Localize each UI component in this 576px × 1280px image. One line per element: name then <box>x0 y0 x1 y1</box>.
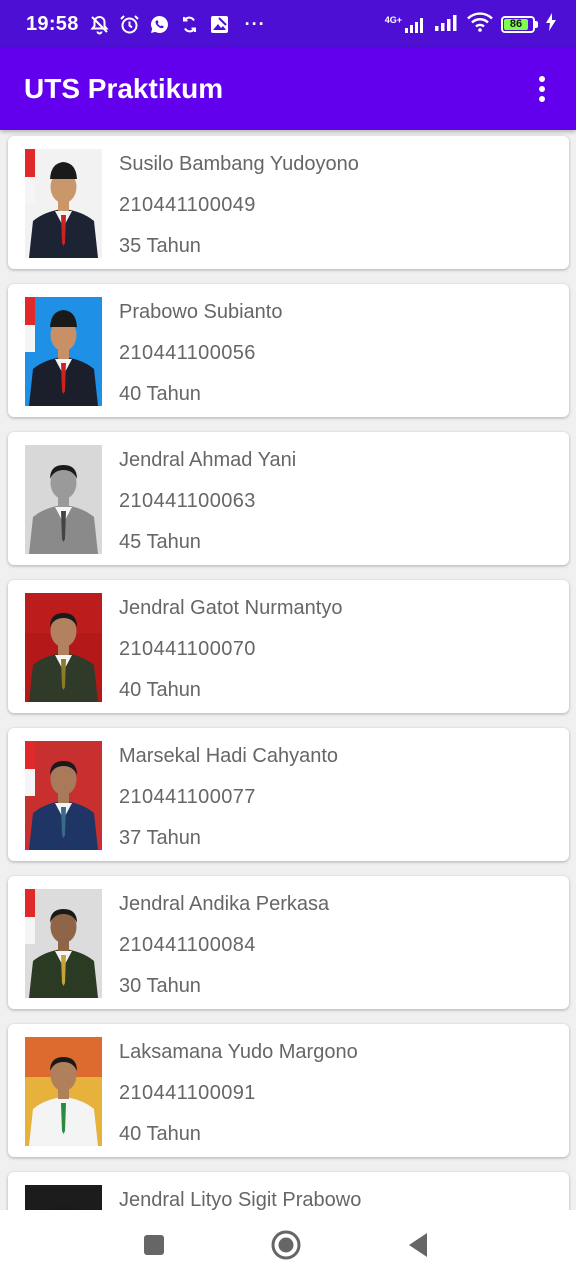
charging-icon <box>546 12 556 36</box>
person-nim: 210441100063 <box>119 490 256 512</box>
network-type-label: 4G+ <box>384 15 402 25</box>
more-dots-icon: ··· <box>244 13 266 34</box>
person-photo <box>25 149 102 258</box>
person-nim: 210441100049 <box>119 194 256 216</box>
person-name: Jendral Ahmad Yani <box>119 449 297 471</box>
person-age: 45 Tahun <box>119 531 201 553</box>
person-age: 40 Tahun <box>119 383 201 405</box>
notification-icons: ··· <box>89 14 266 35</box>
list-item[interactable]: Prabowo Subianto 210441100056 40 Tahun <box>8 284 569 417</box>
list-item[interactable]: Jendral Lityo Sigit Prabowo <box>8 1172 569 1210</box>
person-photo <box>25 593 102 702</box>
list-item[interactable]: Jendral Andika Perkasa 210441100084 30 Tah… <box>8 876 569 1009</box>
app-title: UTS Praktikum <box>24 73 224 104</box>
image-icon <box>209 14 230 35</box>
person-photo <box>25 741 102 850</box>
system-icons: 4G+ 86 <box>385 11 556 37</box>
battery-icon: 86 <box>501 15 538 33</box>
signal-icon <box>435 13 459 36</box>
list-item[interactable]: Susilo Bambang Yudoyono 210441100049 35 Ta… <box>8 136 569 269</box>
back-triangle-icon[interactable] <box>401 1228 435 1262</box>
more-vert-icon[interactable] <box>530 69 554 109</box>
navigation-bar <box>0 1210 576 1280</box>
person-age: 40 Tahun <box>119 1123 201 1145</box>
person-name: Prabowo Subianto <box>119 301 283 323</box>
person-photo <box>25 1037 102 1146</box>
recents-square-icon[interactable] <box>137 1228 171 1262</box>
person-name: Jendral Gatot Nurmantyo <box>119 597 343 619</box>
people-list[interactable]: Susilo Bambang Yudoyono 210441100049 35 Ta… <box>0 130 576 1210</box>
person-name: Laksamana Yudo Margono <box>119 1041 358 1063</box>
person-nim: 210441100056 <box>119 342 256 364</box>
alarm-icon <box>119 14 140 35</box>
whatsapp-icon <box>149 14 170 35</box>
mute-icon <box>89 14 110 35</box>
home-circle-icon[interactable] <box>269 1228 303 1262</box>
list-item[interactable]: Jendral Ahmad Yani 210441100063 45 Tahun <box>8 432 569 565</box>
person-photo <box>25 889 102 998</box>
person-name: Marsekal Hadi Cahyanto <box>119 745 338 767</box>
sync-icon <box>179 14 200 35</box>
person-photo <box>25 1185 102 1210</box>
person-nim: 210441100084 <box>119 934 256 956</box>
app-bar: UTS Praktikum <box>0 48 576 130</box>
list-item[interactable]: Laksamana Yudo Margono 210441100091 40 Tah… <box>8 1024 569 1157</box>
person-name: Susilo Bambang Yudoyono <box>119 153 359 175</box>
status-time: 19:58 <box>26 12 79 35</box>
status-bar: 19:58 ··· 4G+ 86 <box>0 0 576 48</box>
person-age: 35 Tahun <box>119 235 201 257</box>
person-nim: 210441100077 <box>119 786 256 808</box>
signal-4g-icon: 4G+ <box>385 15 427 33</box>
list-item[interactable]: Marsekal Hadi Cahyanto 210441100077 37 Tah… <box>8 728 569 861</box>
person-age: 37 Tahun <box>119 827 201 849</box>
list-item[interactable]: Jendral Gatot Nurmantyo 210441100070 40 Ta… <box>8 580 569 713</box>
person-nim: 210441100091 <box>119 1082 256 1104</box>
person-name: Jendral Lityo Sigit Prabowo <box>119 1189 362 1210</box>
wifi-icon <box>467 11 493 37</box>
battery-level: 86 <box>509 18 523 30</box>
person-name: Jendral Andika Perkasa <box>119 893 330 915</box>
person-photo <box>25 445 102 554</box>
person-age: 30 Tahun <box>119 975 201 997</box>
person-nim: 210441100070 <box>119 638 256 660</box>
person-photo <box>25 297 102 406</box>
person-age: 40 Tahun <box>119 679 201 701</box>
